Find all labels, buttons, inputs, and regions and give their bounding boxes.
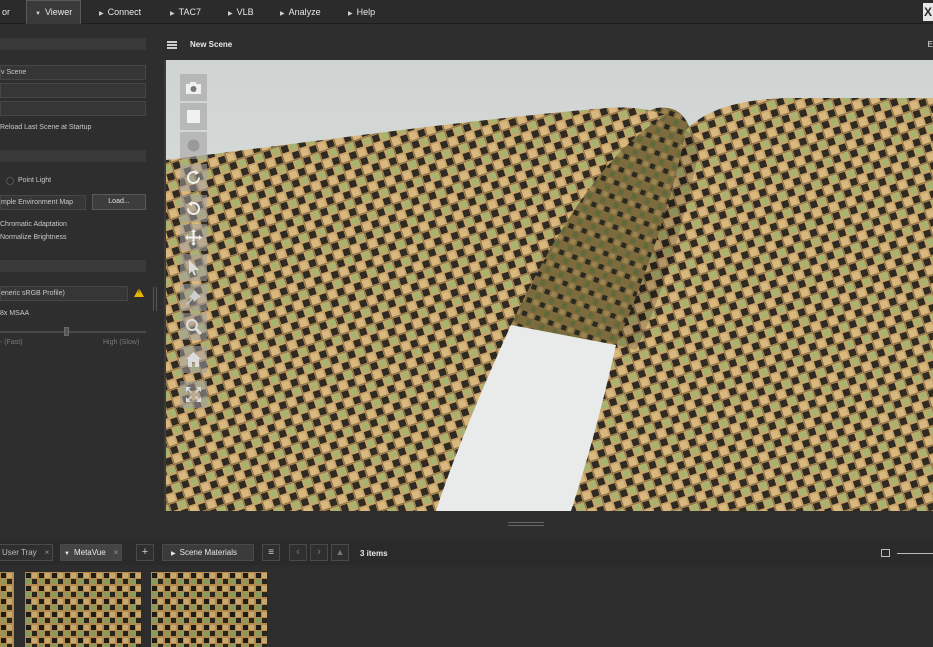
3d-viewport[interactable] bbox=[164, 60, 933, 511]
triangle-down-icon: ▼ bbox=[64, 551, 70, 557]
hamburger-menu-icon[interactable] bbox=[167, 41, 177, 49]
zoom-tool-button[interactable] bbox=[180, 313, 207, 340]
tray-menu-button[interactable]: ≡ bbox=[262, 544, 280, 561]
tray-toolbar: User Tray × ▼ MetaVue × + ▶ Scene Materials … bbox=[0, 541, 933, 565]
tray-splitter[interactable] bbox=[0, 516, 933, 536]
pointer-icon bbox=[189, 260, 199, 276]
chromatic-adaptation-label[interactable]: Chromatic Adaptation bbox=[0, 221, 67, 228]
fabric-render bbox=[166, 98, 933, 511]
close-tab-icon[interactable]: × bbox=[45, 548, 50, 557]
point-light-radio[interactable] bbox=[6, 177, 14, 185]
sphere-tool-button[interactable] bbox=[180, 132, 207, 159]
circle-icon bbox=[187, 139, 200, 152]
viewport-header-right-label[interactable]: E bbox=[928, 40, 933, 49]
camera-tool-button[interactable] bbox=[180, 74, 207, 101]
zoom-icon bbox=[186, 319, 202, 335]
home-tool-button[interactable] bbox=[180, 346, 207, 373]
color-profile-field[interactable]: eneric sRGB Profile) bbox=[0, 286, 128, 301]
triangle-right-icon: ▶ bbox=[348, 11, 353, 17]
image-size-icon bbox=[881, 549, 890, 557]
rotate-icon bbox=[187, 170, 200, 184]
triangle-down-icon: ▼ bbox=[35, 11, 41, 17]
scene-title: New Scene bbox=[190, 40, 233, 49]
warning-icon: ! bbox=[134, 288, 144, 297]
menu-help[interactable]: ▶ Help bbox=[348, 0, 375, 24]
quality-low-label: - (Fast) bbox=[0, 339, 23, 346]
triangle-right-icon: ▶ bbox=[171, 551, 176, 557]
menu-editor[interactable]: or bbox=[2, 0, 10, 24]
orbit-tool-button[interactable] bbox=[180, 195, 207, 222]
chevron-left-icon: ‹ bbox=[296, 546, 300, 558]
panel-splitter-handle[interactable] bbox=[153, 287, 157, 311]
tab-metavue[interactable]: ▼ MetaVue × bbox=[60, 544, 123, 561]
fit-view-button[interactable] bbox=[180, 381, 207, 408]
move-icon bbox=[185, 229, 202, 246]
reload-last-scene-label[interactable]: Reload Last Scene at Startup bbox=[0, 124, 91, 131]
arrow-up-icon: ▲ bbox=[335, 547, 345, 557]
normalize-brightness-label[interactable]: Normalize Brightness bbox=[0, 234, 67, 241]
point-light-label: Point Light bbox=[18, 177, 52, 184]
chevron-right-icon: › bbox=[317, 546, 321, 558]
section-header-scene[interactable] bbox=[0, 38, 146, 50]
thumbnail-size-slider[interactable] bbox=[897, 553, 933, 554]
forward-button[interactable]: › bbox=[310, 544, 328, 561]
menu-analyze[interactable]: ▶ Analyze bbox=[280, 0, 321, 24]
menu-connect[interactable]: ▶ Connect bbox=[99, 0, 141, 24]
material-thumbnail[interactable] bbox=[0, 572, 14, 647]
splitter-grip-icon[interactable] bbox=[508, 522, 544, 526]
pin-icon bbox=[186, 290, 201, 305]
triangle-right-icon: ▶ bbox=[228, 11, 233, 17]
quality-slider-track[interactable] bbox=[0, 331, 146, 333]
add-tab-button[interactable]: + bbox=[136, 544, 154, 561]
tab-user-tray[interactable]: User Tray × bbox=[0, 544, 54, 561]
close-icon[interactable]: X bbox=[923, 3, 933, 21]
load-environment-button[interactable]: Load... bbox=[92, 194, 146, 210]
triangle-right-icon: ▶ bbox=[170, 11, 175, 17]
move-tool-button[interactable] bbox=[180, 224, 207, 251]
up-button[interactable]: ▲ bbox=[331, 544, 349, 561]
camera-icon bbox=[186, 82, 201, 94]
msaa-label: 8x MSAA bbox=[0, 310, 30, 317]
scene-materials-button[interactable]: ▶ Scene Materials bbox=[162, 544, 254, 561]
scene-field[interactable]: v Scene bbox=[0, 65, 146, 80]
material-thumbnails bbox=[0, 568, 933, 647]
square-tool-button[interactable] bbox=[180, 103, 207, 130]
menu-tac7[interactable]: ▶ TAC7 bbox=[170, 0, 201, 24]
home-icon bbox=[186, 352, 201, 367]
quality-high-label: High (Slow) bbox=[103, 339, 140, 346]
scene-field-3[interactable] bbox=[0, 101, 146, 116]
quality-slider-thumb[interactable] bbox=[64, 327, 69, 336]
orbit-icon bbox=[187, 201, 200, 215]
back-button[interactable]: ‹ bbox=[289, 544, 307, 561]
material-thumbnail[interactable] bbox=[25, 572, 141, 647]
fit-icon bbox=[186, 387, 201, 402]
scene-field-2[interactable] bbox=[0, 83, 146, 98]
select-tool-button[interactable] bbox=[180, 254, 207, 281]
main-menu-bar: or ▼ Viewer ▶ Connect ▶ TAC7 ▶ VLB ▶ Analyze … bbox=[0, 0, 933, 24]
environment-map-field[interactable]: mple Environment Map bbox=[0, 195, 86, 210]
list-icon: ≡ bbox=[268, 547, 274, 558]
viewport-toolbar bbox=[180, 74, 208, 409]
viewport-header: New Scene E bbox=[158, 33, 933, 59]
material-thumbnail[interactable] bbox=[151, 572, 267, 647]
triangle-right-icon: ▶ bbox=[99, 11, 104, 17]
rotate-tool-button[interactable] bbox=[180, 164, 207, 191]
section-header-lighting[interactable] bbox=[0, 150, 146, 162]
menu-viewer[interactable]: ▼ Viewer bbox=[26, 0, 82, 24]
close-tab-icon[interactable]: × bbox=[114, 548, 119, 557]
menu-vlb[interactable]: ▶ VLB bbox=[228, 0, 254, 24]
square-icon bbox=[187, 110, 200, 123]
triangle-right-icon: ▶ bbox=[280, 11, 285, 17]
pin-tool-button[interactable] bbox=[180, 284, 207, 311]
section-header-color[interactable] bbox=[0, 260, 146, 272]
settings-panel: v Scene Reload Last Scene at Startup Poi… bbox=[0, 29, 158, 516]
items-count: 3 items bbox=[360, 549, 388, 558]
